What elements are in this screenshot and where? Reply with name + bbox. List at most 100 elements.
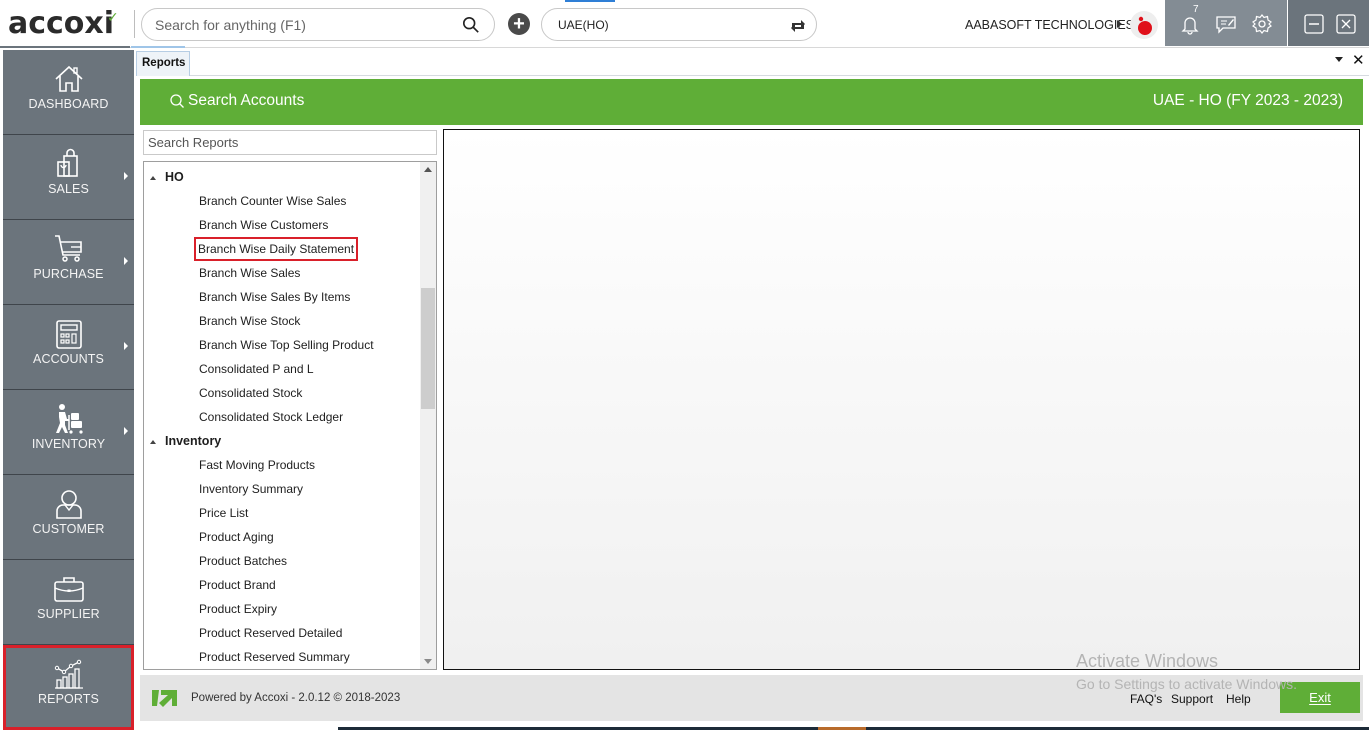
cart-icon (55, 235, 82, 262)
report-item-label: Consolidated Stock (199, 386, 303, 400)
support-link[interactable]: Support (1171, 692, 1213, 706)
logo-text: accoxi (8, 6, 115, 41)
report-item-label: Price List (199, 506, 249, 520)
report-item[interactable]: Branch Wise Stock (144, 309, 420, 333)
top-actions (1165, 0, 1287, 46)
company-avatar[interactable] (1130, 11, 1158, 39)
sidebar-item-label: REPORTS (38, 692, 99, 706)
sidebar-item-label: SUPPLIER (37, 607, 100, 621)
sidebar-item-reports[interactable]: REPORTS (3, 645, 134, 730)
accoxi-footer-logo-icon (152, 690, 177, 707)
report-group-inventory[interactable]: Inventory (144, 429, 420, 453)
top-bar: accoxi✓ + UAE(HO) AABASOFT TECHNOLOGIES … (0, 0, 1369, 48)
report-group-label: Inventory (165, 434, 222, 448)
scroll-down-icon[interactable] (424, 659, 432, 664)
add-button[interactable]: + (508, 13, 530, 35)
logo-tick-icon: ✓ (107, 10, 119, 26)
report-item-label: Branch Wise Sales (199, 266, 301, 280)
worker-trolley-icon (56, 404, 83, 434)
exit-label: Exit (1309, 690, 1331, 705)
report-item[interactable]: Branch Wise Top Selling Product (144, 333, 420, 357)
tab-reports[interactable]: Reports (136, 51, 190, 76)
report-item[interactable]: Product Reserved Detailed (144, 621, 420, 645)
minimize-icon[interactable] (1304, 14, 1324, 34)
report-group-ho[interactable]: HO (144, 165, 420, 189)
report-search[interactable] (143, 130, 437, 155)
report-item[interactable]: Branch Wise Sales By Items (144, 285, 420, 309)
sidebar: DASHBOARD SALES PURCHASE ACCOUNTS INVENT… (3, 50, 134, 730)
sidebar-item-label: ACCOUNTS (33, 352, 104, 366)
bell-icon[interactable] (1179, 13, 1201, 35)
branch-selector[interactable]: UAE(HO) (541, 8, 817, 41)
tab-menu-dropdown-icon[interactable] (1335, 57, 1343, 62)
report-item-label: Branch Wise Daily Statement (193, 237, 359, 261)
report-tree-scrollbar[interactable] (420, 162, 436, 669)
report-item[interactable]: Product Aging (144, 525, 420, 549)
collapse-chevron-icon[interactable] (150, 176, 156, 180)
report-item[interactable]: Branch Wise Sales (144, 261, 420, 285)
gear-icon[interactable] (1251, 13, 1273, 35)
report-item-label: Product Brand (199, 578, 276, 592)
sidebar-item-supplier[interactable]: SUPPLIER (3, 560, 134, 645)
report-item[interactable]: Branch Counter Wise Sales (144, 189, 420, 213)
company-caret-icon[interactable] (1117, 20, 1122, 28)
report-item[interactable]: Price List (144, 501, 420, 525)
calculator-icon (56, 320, 82, 349)
report-item[interactable]: Inventory Summary (144, 477, 420, 501)
report-item[interactable]: Consolidated P and L (144, 357, 420, 381)
chat-edit-icon[interactable] (1215, 13, 1237, 35)
report-item-label: Fast Moving Products (199, 458, 316, 472)
sidebar-item-dashboard[interactable]: DASHBOARD (3, 50, 134, 135)
branch-value: UAE(HO) (558, 18, 609, 32)
refresh-icon[interactable] (788, 16, 808, 36)
sidebar-item-purchase[interactable]: PURCHASE (3, 220, 134, 305)
faqs-link[interactable]: FAQ's (1130, 692, 1162, 706)
powered-by-text: Powered by Accoxi - 2.0.12 © 2018-2023 (191, 692, 401, 704)
report-item[interactable]: Consolidated Stock (144, 381, 420, 405)
reports-header: Search Accounts UAE - HO (FY 2023 - 2023… (140, 79, 1363, 125)
collapse-chevron-icon[interactable] (150, 440, 156, 444)
fiscal-year-label: UAE - HO (FY 2023 - 2023) (1152, 92, 1343, 109)
report-item-label: Branch Wise Customers (199, 218, 329, 232)
report-item-label: Branch Wise Sales By Items (199, 290, 351, 304)
report-item[interactable]: Fast Moving Products (144, 453, 420, 477)
help-link[interactable]: Help (1226, 692, 1251, 706)
scroll-thumb[interactable] (421, 288, 435, 409)
report-item[interactable]: Product Expiry (144, 597, 420, 621)
sidebar-item-inventory[interactable]: INVENTORY (3, 390, 134, 475)
search-icon[interactable] (462, 16, 480, 34)
report-item-label: Branch Wise Top Selling Product (199, 338, 374, 352)
accoxi-logo: accoxi ✓ (8, 6, 119, 42)
search-accounts-button[interactable]: Search Accounts (169, 92, 304, 110)
tab-strip: Reports ✕ (136, 49, 1369, 76)
notification-count: 7 (1193, 4, 1199, 15)
report-item[interactable]: Product Reserved Summary (144, 645, 420, 669)
submenu-caret-icon (124, 427, 128, 435)
shopping-bags-icon (57, 148, 78, 177)
report-item-label: Branch Wise Stock (199, 314, 301, 328)
sidebar-item-sales[interactable]: SALES (3, 135, 134, 220)
company-logo-icon (1138, 16, 1152, 35)
global-search-input[interactable] (155, 15, 455, 35)
report-search-input[interactable] (144, 131, 436, 154)
tab-close-icon[interactable]: ✕ (1352, 51, 1365, 69)
report-item[interactable]: Product Brand (144, 573, 420, 597)
logo-divider (134, 10, 135, 38)
report-item[interactable]: Branch Wise Daily Statement (144, 237, 420, 261)
chart-icon (54, 659, 83, 689)
sidebar-item-label: PURCHASE (33, 267, 104, 281)
user-icon (56, 490, 82, 519)
report-item-label: Product Aging (199, 530, 274, 544)
top-underline (0, 46, 130, 48)
home-icon (55, 65, 83, 92)
company-name[interactable]: AABASOFT TECHNOLOGIES (965, 18, 1134, 32)
sidebar-item-customer[interactable]: CUSTOMER (3, 475, 134, 560)
report-item[interactable]: Consolidated Stock Ledger (144, 405, 420, 429)
close-icon[interactable] (1336, 14, 1356, 34)
submenu-caret-icon (124, 257, 128, 265)
report-item[interactable]: Product Batches (144, 549, 420, 573)
report-item[interactable]: Branch Wise Customers (144, 213, 420, 237)
sidebar-item-accounts[interactable]: ACCOUNTS (3, 305, 134, 390)
global-search[interactable] (141, 8, 495, 41)
scroll-up-icon[interactable] (424, 167, 432, 172)
